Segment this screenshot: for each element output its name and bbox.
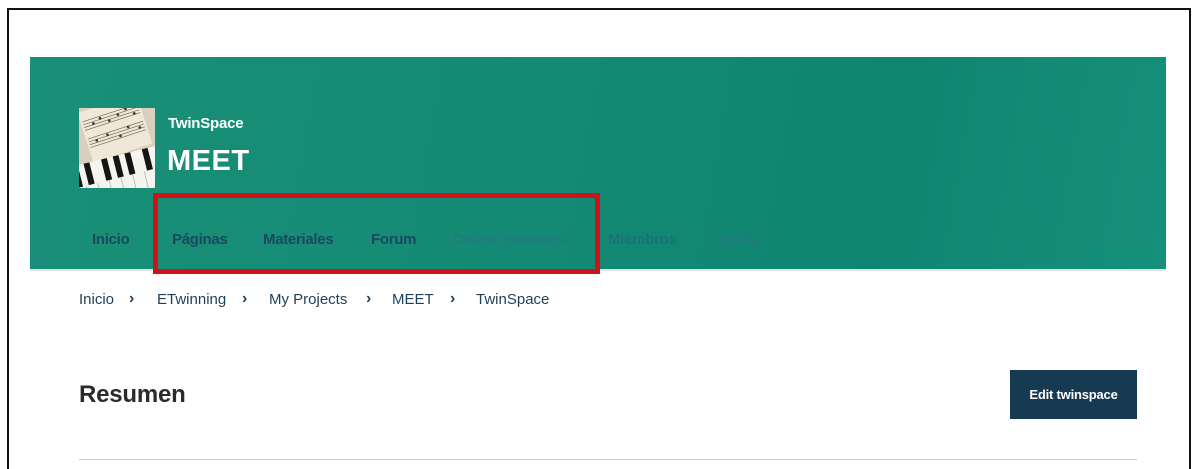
section-divider (79, 459, 1137, 460)
project-thumbnail (79, 108, 155, 188)
breadcrumb-separator-icon: › (242, 290, 248, 307)
project-title: MEET (167, 145, 250, 177)
piano-sheet-music-image (79, 108, 155, 188)
breadcrumb-item-twinspace: TwinSpace (476, 291, 550, 308)
header-subtitle: TwinSpace (168, 115, 244, 132)
breadcrumb-item-etwinning[interactable]: ETwinning (157, 291, 226, 308)
breadcrumb-separator-icon: › (450, 290, 456, 307)
highlight-annotation-box (153, 193, 600, 274)
nav-item-ayuda[interactable]: Ayuda (715, 231, 759, 248)
nav-item-inicio[interactable]: Inicio (92, 231, 130, 248)
breadcrumb-separator-icon: › (129, 290, 135, 307)
breadcrumb-separator-icon: › (366, 290, 372, 307)
breadcrumb-item-my-projects[interactable]: My Projects (269, 291, 347, 308)
edit-twinspace-button[interactable]: Edit twinspace (1010, 370, 1137, 419)
breadcrumb-item-meet[interactable]: MEET (392, 291, 434, 308)
nav-item-miembros[interactable]: Miembros (608, 231, 677, 248)
breadcrumb-item-inicio[interactable]: Inicio (79, 291, 114, 308)
page-title: Resumen (79, 381, 186, 408)
